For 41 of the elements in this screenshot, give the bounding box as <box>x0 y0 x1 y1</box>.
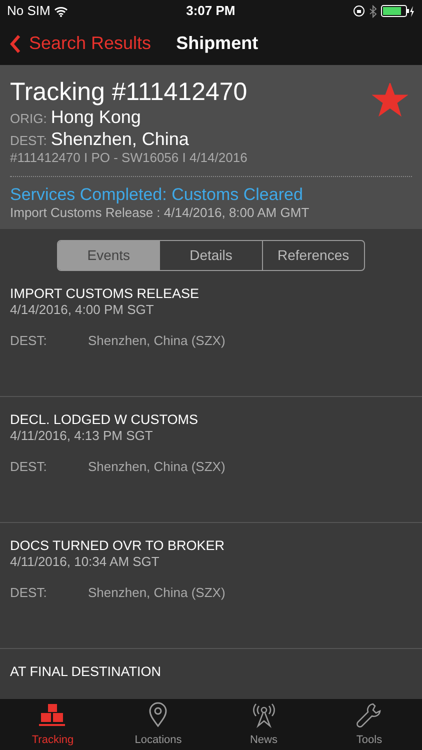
event-dest-label: DEST: <box>10 459 48 476</box>
event-dest-label: DEST: <box>10 585 48 602</box>
antenna-icon <box>250 702 277 728</box>
event-title: AT FINAL DESTINATION <box>10 662 162 680</box>
map-pin-icon <box>147 702 170 728</box>
tab-bar-item[interactable]: Tools <box>316 699 422 750</box>
wrench-icon <box>356 702 382 728</box>
wifi-icon <box>54 6 68 16</box>
tab-bar-item[interactable]: Locations <box>106 699 211 750</box>
battery-icon <box>380 5 415 17</box>
status-text: Services Completed: Customs Cleared <box>10 184 304 206</box>
destination-label: DEST: <box>10 132 47 148</box>
origin-value: Hong Kong <box>50 107 141 129</box>
tab-bar-item[interactable]: Tracking <box>0 699 106 750</box>
event-dest-value: Shenzhen, China (SZX) <box>88 333 226 350</box>
rotation-lock-icon <box>352 5 365 17</box>
status-detail-text: Import Customs Release : 4/14/2016, 8:00 AM GMT <box>10 205 310 221</box>
event-title: DOCS TURNED OVR TO BROKER <box>10 536 226 554</box>
carrier-text: No SIM <box>7 2 50 20</box>
origin-label: ORIG: <box>10 111 47 127</box>
event-title: IMPORT CUSTOMS RELEASE <box>10 284 200 302</box>
event-time: 4/11/2016, 4:13 PM SGT <box>10 428 154 446</box>
star-icon[interactable] <box>372 83 408 117</box>
tab-bar-item[interactable]: News <box>211 699 316 750</box>
event-dest-label: DEST: <box>10 333 48 350</box>
event-dest-value: Shenzhen, China (SZX) <box>88 459 226 476</box>
back-button[interactable]: Search Results <box>10 30 152 57</box>
event-title: DECL. LODGED W CUSTOMS <box>10 410 200 428</box>
reference-text: #111412470 I PO - SW16056 I 4/14/2016 <box>10 150 248 166</box>
tracking-title: Tracking #111412470 <box>10 77 248 107</box>
event-time: 4/11/2016, 10:34 AM SGT <box>10 554 160 572</box>
event-time: 4/14/2016, 4:00 PM SGT <box>10 302 155 320</box>
segment-tab[interactable]: References <box>262 240 364 270</box>
bluetooth-icon <box>368 4 377 18</box>
back-chevron-icon <box>10 34 21 54</box>
screen-title: Shipment <box>176 32 258 55</box>
destination-value: Shenzhen, China <box>50 128 189 150</box>
clock-text: 3:07 PM <box>186 2 236 20</box>
event-dest-value: Shenzhen, China (SZX) <box>88 585 226 602</box>
segment-tab[interactable]: Events <box>58 240 160 270</box>
segment-tab[interactable]: Details <box>159 240 262 270</box>
